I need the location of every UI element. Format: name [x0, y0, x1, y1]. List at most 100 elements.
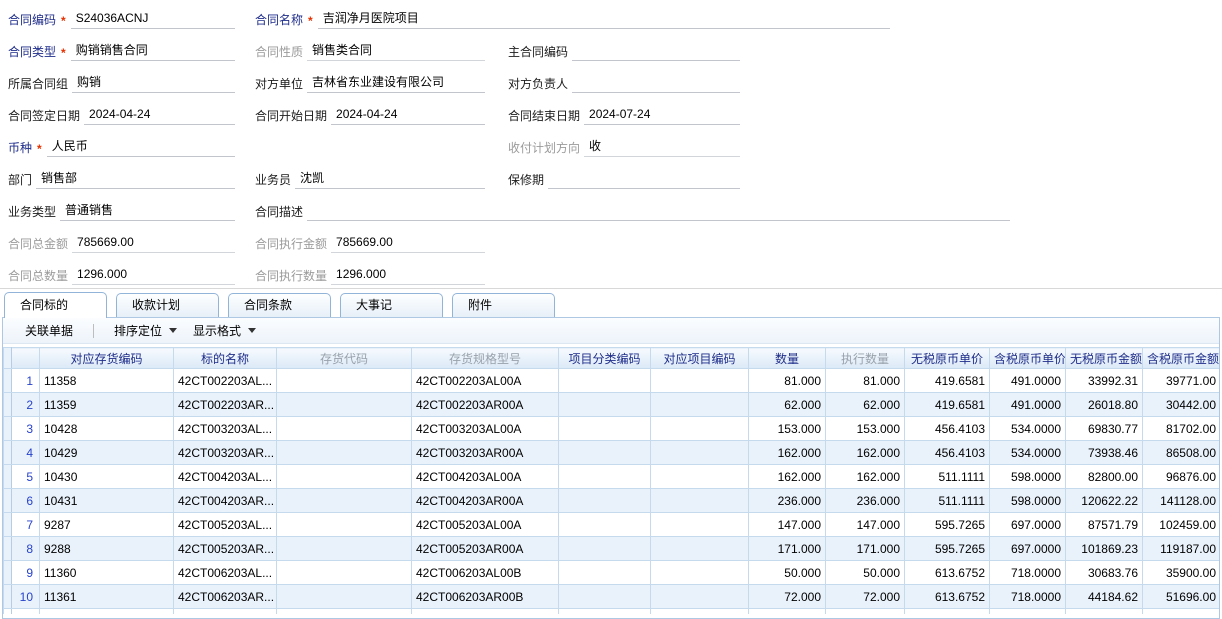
cell-quantity[interactable]: 147.000: [749, 513, 826, 537]
row-number[interactable]: 1: [12, 369, 40, 393]
end-date-input[interactable]: 2024-07-24: [584, 107, 740, 125]
cell-executed-quantity[interactable]: 50.000: [826, 561, 905, 585]
cell-untaxed-unit-price[interactable]: 419.6581: [905, 393, 990, 417]
start-date-input[interactable]: 2024-04-24: [331, 107, 485, 125]
display-format-button[interactable]: 显示格式: [185, 320, 264, 341]
cell-inventory-spec-model[interactable]: 42CT003203AR00A: [412, 441, 559, 465]
cell-untaxed-amount[interactable]: 30683.76: [1066, 561, 1143, 585]
cell-untaxed-unit-price[interactable]: 511.1111: [905, 465, 990, 489]
cell-taxed-unit-price[interactable]: 718.0000: [990, 561, 1066, 585]
contract-code-input[interactable]: S24036ACNJ: [71, 11, 235, 29]
cell-untaxed-amount[interactable]: 101869.23: [1066, 537, 1143, 561]
cell-inventory-spec-model[interactable]: 42CT005203AL00A: [412, 513, 559, 537]
cell-executed-quantity[interactable]: 171.000: [826, 537, 905, 561]
cell-inventory-code[interactable]: [277, 537, 412, 561]
cell-taxed-amount[interactable]: 51696.00: [1143, 585, 1221, 609]
cell-item-name[interactable]: 42CT004203AR...: [174, 489, 277, 513]
cell-corresponding-inventory-code[interactable]: 9287: [40, 513, 174, 537]
col-header-project-class-code[interactable]: 项目分类编码: [559, 348, 651, 369]
cell-taxed-amount[interactable]: 141128.00: [1143, 489, 1221, 513]
cell-project-code[interactable]: [651, 465, 749, 489]
col-header-inventory-spec-model[interactable]: 存货规格型号: [412, 348, 559, 369]
cell-corresponding-inventory-code[interactable]: 10429: [40, 441, 174, 465]
row-number[interactable]: 3: [12, 417, 40, 441]
row-number[interactable]: 10: [12, 585, 40, 609]
cell-project-class-code[interactable]: [559, 393, 651, 417]
cell-project-code[interactable]: [651, 441, 749, 465]
cell-quantity[interactable]: 236.000: [749, 489, 826, 513]
cell-inventory-code[interactable]: [277, 441, 412, 465]
cell-untaxed-unit-price[interactable]: 419.6581: [905, 369, 990, 393]
cell-inventory-code[interactable]: [277, 417, 412, 441]
main-contract-code-input[interactable]: [572, 43, 740, 61]
cell-taxed-amount[interactable]: 86508.00: [1143, 441, 1221, 465]
tab-contract-terms[interactable]: 合同条款: [228, 293, 331, 317]
salesperson-input[interactable]: 沈凯: [295, 169, 485, 189]
business-type-input[interactable]: 普通销售: [60, 201, 235, 221]
cell-item-name[interactable]: 42CT003203AR...: [174, 441, 277, 465]
cell-executed-quantity[interactable]: 162.000: [826, 441, 905, 465]
signing-date-input[interactable]: 2024-04-24: [84, 107, 235, 125]
cell-corresponding-inventory-code[interactable]: 11360: [40, 561, 174, 585]
cell-corresponding-inventory-code[interactable]: 11359: [40, 393, 174, 417]
row-number[interactable]: 2: [12, 393, 40, 417]
cell-untaxed-unit-price[interactable]: 511.1111: [905, 489, 990, 513]
cell-untaxed-amount[interactable]: 26018.80: [1066, 393, 1143, 417]
cell-project-class-code[interactable]: [559, 417, 651, 441]
cell-untaxed-unit-price[interactable]: 595.7265: [905, 537, 990, 561]
cell-executed-quantity[interactable]: 72.000: [826, 585, 905, 609]
cell-project-code[interactable]: [651, 585, 749, 609]
cell-untaxed-unit-price[interactable]: 613.6752: [905, 561, 990, 585]
cell-corresponding-inventory-code[interactable]: 11361: [40, 585, 174, 609]
cell-project-class-code[interactable]: [559, 369, 651, 393]
cell-untaxed-amount[interactable]: 82800.00: [1066, 465, 1143, 489]
cell-untaxed-amount[interactable]: 33992.31: [1066, 369, 1143, 393]
warranty-period-input[interactable]: [548, 171, 740, 189]
cell-inventory-code[interactable]: [277, 585, 412, 609]
cell-untaxed-amount[interactable]: 69830.77: [1066, 417, 1143, 441]
cell-item-name[interactable]: 42CT003203AL...: [174, 417, 277, 441]
cell-project-class-code[interactable]: [559, 513, 651, 537]
cell-item-name[interactable]: 42CT005203AL...: [174, 513, 277, 537]
col-header-corresponding-inventory-code[interactable]: 对应存货编码: [40, 348, 174, 369]
row-number[interactable]: 4: [12, 441, 40, 465]
cell-project-class-code[interactable]: [559, 489, 651, 513]
related-documents-button[interactable]: 关联单据: [17, 320, 81, 341]
cell-item-name[interactable]: 42CT002203AL...: [174, 369, 277, 393]
contract-group-input[interactable]: 购销: [72, 73, 235, 93]
cell-taxed-unit-price[interactable]: 491.0000: [990, 369, 1066, 393]
cell-project-code[interactable]: [651, 417, 749, 441]
cell-untaxed-amount[interactable]: 73938.46: [1066, 441, 1143, 465]
cell-inventory-code[interactable]: [277, 513, 412, 537]
cell-project-class-code[interactable]: [559, 441, 651, 465]
col-header-taxed-amount[interactable]: 含税原币金额: [1143, 348, 1221, 369]
cell-project-code[interactable]: [651, 537, 749, 561]
cell-inventory-spec-model[interactable]: 42CT003203AL00A: [412, 417, 559, 441]
cell-executed-quantity[interactable]: 62.000: [826, 393, 905, 417]
cell-inventory-spec-model[interactable]: 42CT004203AR00A: [412, 489, 559, 513]
cell-taxed-amount[interactable]: 35900.00: [1143, 561, 1221, 585]
cell-taxed-amount[interactable]: 39771.00: [1143, 369, 1221, 393]
cell-taxed-amount[interactable]: 81702.00: [1143, 417, 1221, 441]
cell-taxed-unit-price[interactable]: 534.0000: [990, 441, 1066, 465]
cell-taxed-unit-price[interactable]: 598.0000: [990, 489, 1066, 513]
cell-inventory-spec-model[interactable]: 42CT006203AR00B: [412, 585, 559, 609]
cell-corresponding-inventory-code[interactable]: 9288: [40, 537, 174, 561]
cell-quantity[interactable]: 162.000: [749, 441, 826, 465]
cell-inventory-spec-model[interactable]: 42CT002203AL00A: [412, 369, 559, 393]
cell-inventory-code[interactable]: [277, 465, 412, 489]
tab-receipt-plan[interactable]: 收款计划: [116, 293, 219, 317]
col-header-executed-quantity[interactable]: 执行数量: [826, 348, 905, 369]
row-number[interactable]: 5: [12, 465, 40, 489]
cell-quantity[interactable]: 81.000: [749, 369, 826, 393]
cell-taxed-unit-price[interactable]: 697.0000: [990, 537, 1066, 561]
col-header-untaxed-unit-price[interactable]: 无税原币单价: [905, 348, 990, 369]
cell-taxed-unit-price[interactable]: 598.0000: [990, 465, 1066, 489]
cell-corresponding-inventory-code[interactable]: 10431: [40, 489, 174, 513]
cell-project-code[interactable]: [651, 513, 749, 537]
col-header-inventory-code[interactable]: 存货代码: [277, 348, 412, 369]
cell-corresponding-inventory-code[interactable]: 10430: [40, 465, 174, 489]
cell-taxed-amount[interactable]: 96876.00: [1143, 465, 1221, 489]
cell-untaxed-unit-price[interactable]: 456.4103: [905, 417, 990, 441]
cell-quantity[interactable]: 62.000: [749, 393, 826, 417]
